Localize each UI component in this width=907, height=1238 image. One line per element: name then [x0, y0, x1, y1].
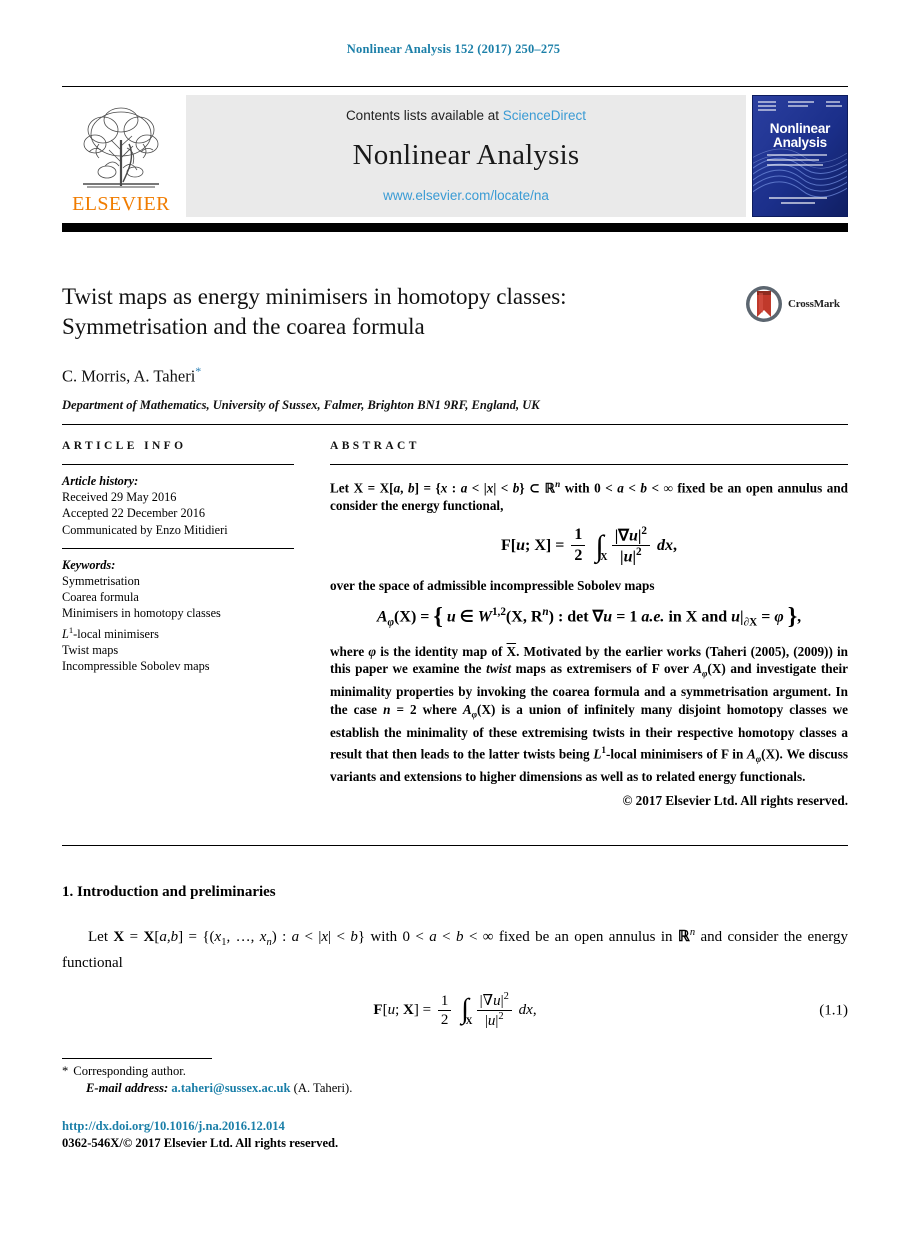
keyword-item: Symmetrisation	[62, 574, 140, 589]
abstract-equation-energy: F[u; X] = 12 ∫ X |∇u|2 |u|2 dx,	[501, 524, 677, 566]
journal-homepage-link[interactable]: www.elsevier.com/locate/na	[383, 188, 549, 203]
cover-subtext-marks	[767, 154, 835, 169]
cover-title: Nonlinear Analysis	[753, 122, 847, 150]
history-item: Received 29 May 2016	[62, 490, 177, 505]
abstract-paragraph-2: over the space of admissible incompressi…	[330, 577, 655, 593]
abstract-body: Let X = X[a, b] = {x : a < |x| < b} ⊂ ℝn…	[330, 476, 848, 810]
article-history-label: Article history:	[62, 474, 139, 488]
abstract-paragraph-3: where φ is the identity map of X. Motiva…	[330, 643, 849, 785]
history-item: Accepted 22 December 2016	[62, 506, 206, 521]
email-owner: (A. Taheri).	[293, 1081, 353, 1095]
corresponding-author-text: Corresponding author.	[73, 1064, 186, 1078]
journal-title: Nonlinear Analysis	[352, 139, 580, 171]
article-title-line1: Twist maps as energy minimisers in homot…	[62, 284, 567, 309]
equation-number: (1.1)	[819, 1002, 848, 1019]
footnote-star-marker: *	[62, 1064, 69, 1078]
doi-link[interactable]: http://dx.doi.org/10.1016/j.na.2016.12.0…	[62, 1118, 562, 1135]
footnote-block: * Corresponding author. E-mail address: a…	[62, 1058, 482, 1097]
journal-masthead: ELSEVIER Contents lists available at Sci…	[62, 86, 848, 232]
crossmark-badge[interactable]: CrossMark	[744, 282, 848, 326]
journal-banner: Contents lists available at ScienceDirec…	[186, 95, 746, 217]
footnote-rule	[62, 1058, 212, 1059]
info-top-rule	[62, 424, 848, 425]
cover-footer-marks	[769, 197, 833, 207]
author-list: C. Morris, A. Taheri*	[62, 364, 848, 387]
abstract-bottom-rule	[62, 845, 848, 846]
keyword-item: Minimisers in homotopy classes	[62, 606, 221, 621]
contents-available-line: Contents lists available at ScienceDirec…	[346, 108, 586, 123]
equation-1-1-body: F[u; X] = 12 ∫ X |∇u|2 |u|2 dx,	[373, 991, 537, 1030]
author-email-link[interactable]: a.taheri@sussex.ac.uk	[171, 1081, 290, 1095]
abstract-paragraph-1: Let X = X[a, b] = {x : a < |x| < b} ⊂ ℝn…	[330, 479, 849, 513]
section-introduction: 1. Introduction and preliminaries Let X …	[62, 884, 848, 1030]
cover-title-line2: Analysis	[773, 135, 827, 150]
masthead-top-rule	[62, 86, 848, 87]
cover-header-marks	[758, 101, 842, 117]
elsevier-logo: ELSEVIER	[62, 95, 180, 217]
corresponding-author-note: * Corresponding author.	[62, 1063, 482, 1080]
article-history: Article history: Received 29 May 2016 Ac…	[62, 473, 294, 538]
keyword-item: L1-local minimisers	[62, 624, 159, 641]
equation-1-1-row: F[u; X] = 12 ∫ X |∇u|2 |u|2 dx, (1.1)	[62, 991, 848, 1030]
keywords-rule	[62, 547, 294, 549]
article-title-line2: Symmetrisation and the coarea formula	[62, 314, 425, 339]
abstract-heading-rule	[330, 464, 848, 465]
sciencedirect-link[interactable]: ScienceDirect	[503, 108, 586, 123]
page-title: Twist maps as energy minimisers in homot…	[62, 282, 702, 342]
section-paragraph: Let X = X[a,b] = {(x1, …, xn) : a < |x| …	[62, 927, 848, 971]
keyword-item: Twist maps	[62, 642, 119, 657]
abstract-heading: ABSTRACT	[330, 440, 420, 452]
issn-copyright-line: 0362-546X/© 2017 Elsevier Ltd. All right…	[62, 1136, 339, 1150]
article-title-block: Twist maps as energy minimisers in homot…	[62, 282, 848, 413]
journal-cover-thumbnail[interactable]: Nonlinear Analysis	[752, 95, 848, 217]
crossmark-icon	[745, 285, 783, 323]
keywords-list: Keywords: Symmetrisation Coarea formula …	[62, 557, 294, 675]
paper-page: Nonlinear Analysis 152 (2017) 250–275 EL…	[0, 0, 907, 1238]
author-names: C. Morris, A. Taheri	[62, 366, 196, 386]
contents-available-text: Contents lists available at	[345, 108, 503, 123]
abstract-column: ABSTRACT Let X = X[a, b] = {x : a < |x| …	[330, 440, 848, 810]
article-info-heading-rule	[62, 464, 294, 465]
crossmark-label: CrossMark	[788, 298, 840, 310]
email-note: E-mail address: a.taheri@sussex.ac.uk (A…	[62, 1080, 482, 1097]
affiliation: Department of Mathematics, University of…	[62, 397, 540, 412]
abstract-copyright: © 2017 Elsevier Ltd. All rights reserved…	[622, 792, 848, 808]
elsevier-wordmark: ELSEVIER	[72, 193, 170, 215]
elsevier-tree-icon	[83, 107, 159, 188]
cover-title-line1: Nonlinear	[769, 121, 831, 136]
corresponding-author-marker[interactable]: *	[195, 364, 201, 378]
article-info-column: ARTICLE INFO Article history: Received 2…	[62, 440, 294, 674]
article-info-heading: ARTICLE INFO	[62, 440, 187, 452]
abstract-equation-admissible: Aφ(X) = { u ∈ W1,2(X, Rn) : det ∇u = 1 a…	[376, 604, 802, 631]
running-head: Nonlinear Analysis 152 (2017) 250–275	[346, 42, 561, 56]
page-footer: http://dx.doi.org/10.1016/j.na.2016.12.0…	[62, 1118, 562, 1152]
keyword-item: Incompressible Sobolev maps	[62, 659, 210, 674]
history-item: Communicated by Enzo Mitidieri	[62, 522, 228, 537]
section-heading: 1. Introduction and preliminaries	[62, 884, 276, 900]
keyword-item: Coarea formula	[62, 590, 139, 605]
masthead-bottom-bar	[62, 223, 848, 232]
email-label: E-mail address:	[86, 1081, 169, 1095]
keywords-label: Keywords:	[62, 557, 116, 572]
